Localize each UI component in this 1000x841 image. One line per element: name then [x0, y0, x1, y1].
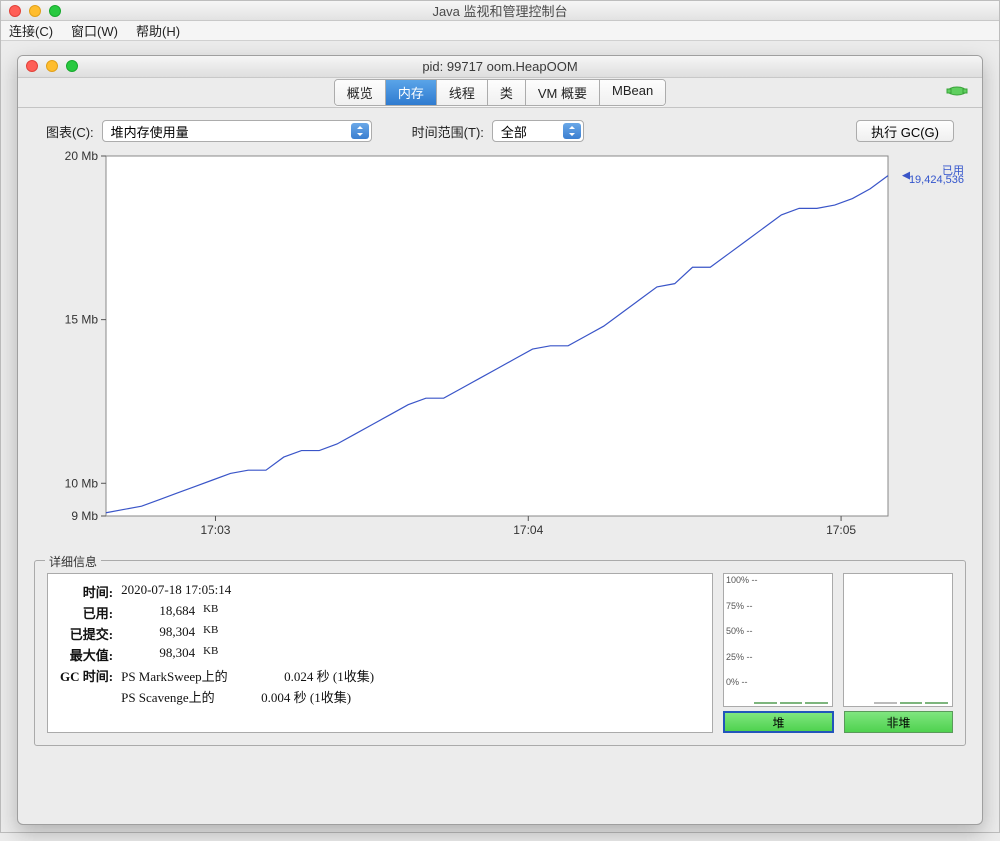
nonheap-button[interactable]: 非堆: [844, 711, 953, 733]
gc1-suffix: 秒 (1收集): [317, 669, 374, 684]
nonheap-bar-group[interactable]: [843, 573, 953, 707]
gc2-name: PS Scavenge上的: [121, 690, 215, 705]
detail-committed-value: 98,304: [121, 624, 201, 643]
svg-text:17:05: 17:05: [826, 523, 856, 537]
menu-connect[interactable]: 连接(C): [9, 21, 53, 40]
tab-5[interactable]: MBean: [600, 80, 665, 105]
tab-0[interactable]: 概览: [335, 80, 386, 105]
tab-row: 概览内存线程类VM 概要MBean: [18, 78, 982, 108]
detail-committed-label: 已提交:: [60, 624, 119, 643]
outer-title: Java 监视和管理控制台: [1, 1, 999, 20]
detail-max-unit: KB: [203, 645, 339, 664]
detail-time-label: 时间:: [60, 582, 119, 601]
outer-traffic-lights: [9, 5, 61, 17]
minimize-icon[interactable]: [29, 5, 41, 17]
chart-select-value: 堆内存使用量: [111, 122, 189, 141]
svg-text:15 Mb: 15 Mb: [65, 313, 99, 327]
perform-gc-button[interactable]: 执行 GC(G): [856, 120, 954, 142]
heap-button-label: 堆: [772, 714, 784, 731]
tab-4[interactable]: VM 概要: [526, 80, 600, 105]
heap-bar-group[interactable]: 100% --75% --50% --25% --0% --: [723, 573, 833, 707]
menu-window[interactable]: 窗口(W): [71, 21, 118, 40]
chevron-updown-icon: [351, 123, 369, 139]
menubar: 连接(C) 窗口(W) 帮助(H): [1, 21, 999, 41]
inner-titlebar: pid: 99717 oom.HeapOOM: [18, 56, 982, 78]
memory-chart: 9 Mb10 Mb15 Mb20 Mb17:0317:0417:05 已用 19…: [34, 150, 966, 552]
chart-select-label: 图表(C):: [46, 122, 94, 141]
gc1-name: PS MarkSweep上的: [121, 669, 228, 684]
svg-text:9 Mb: 9 Mb: [71, 509, 98, 523]
svg-text:17:03: 17:03: [200, 523, 230, 537]
inner-window: pid: 99717 oom.HeapOOM 概览内存线程类VM 概要MBean…: [17, 55, 983, 825]
time-select-value: 全部: [501, 122, 527, 141]
main-window: Java 监视和管理控制台 连接(C) 窗口(W) 帮助(H) pid: 997…: [0, 0, 1000, 833]
time-select-label: 时间范围(T):: [412, 122, 484, 141]
nonheap-button-label: 非堆: [886, 714, 910, 731]
perform-gc-label: 执行 GC(G): [871, 122, 939, 141]
detail-gctime-label: GC 时间:: [60, 666, 119, 685]
inner-minimize-icon[interactable]: [46, 60, 58, 72]
svg-text:10 Mb: 10 Mb: [65, 476, 99, 490]
heap-button[interactable]: 堆: [723, 711, 834, 733]
detail-used-label: 已用:: [60, 603, 119, 622]
inner-title: pid: 99717 oom.HeapOOM: [18, 59, 982, 74]
chevron-updown-icon: [563, 123, 581, 139]
gc2-time: 0.004: [261, 690, 290, 705]
tab-1[interactable]: 内存: [386, 80, 437, 105]
inner-zoom-icon[interactable]: [66, 60, 78, 72]
details-panel: 详细信息 时间: 2020-07-18 17:05:14 已用: 18,684 …: [34, 560, 966, 746]
memory-pool-bars: 100% --75% --50% --25% --0% -- 堆 非堆: [713, 573, 953, 733]
tab-2[interactable]: 线程: [437, 80, 488, 105]
series-current-value: 19,424,536: [909, 174, 964, 186]
time-range-select[interactable]: 全部: [492, 120, 584, 142]
svg-text:17:04: 17:04: [513, 523, 543, 537]
svg-text:20 Mb: 20 Mb: [65, 150, 99, 163]
connection-status-icon: [946, 84, 968, 98]
detail-used-unit: KB: [203, 603, 339, 622]
zoom-icon[interactable]: [49, 5, 61, 17]
close-icon[interactable]: [9, 5, 21, 17]
chart-select[interactable]: 堆内存使用量: [102, 120, 372, 142]
tab-3[interactable]: 类: [488, 80, 526, 105]
outer-titlebar: Java 监视和管理控制台: [1, 1, 999, 21]
details-text: 时间: 2020-07-18 17:05:14 已用: 18,684 KB 已提…: [47, 573, 713, 733]
detail-time-value: 2020-07-18 17:05:14: [121, 582, 380, 601]
detail-committed-unit: KB: [203, 624, 339, 643]
controls-row: 图表(C): 堆内存使用量 时间范围(T): 全部 执行: [18, 108, 982, 150]
detail-max-value: 98,304: [121, 645, 201, 664]
detail-max-label: 最大值:: [60, 645, 119, 664]
details-title: 详细信息: [45, 553, 101, 570]
inner-close-icon[interactable]: [26, 60, 38, 72]
menu-help[interactable]: 帮助(H): [136, 21, 180, 40]
gc2-suffix: 秒 (1收集): [294, 690, 351, 705]
tabset: 概览内存线程类VM 概要MBean: [334, 79, 666, 106]
gc1-time: 0.024: [284, 669, 313, 684]
detail-used-value: 18,684: [121, 603, 201, 622]
